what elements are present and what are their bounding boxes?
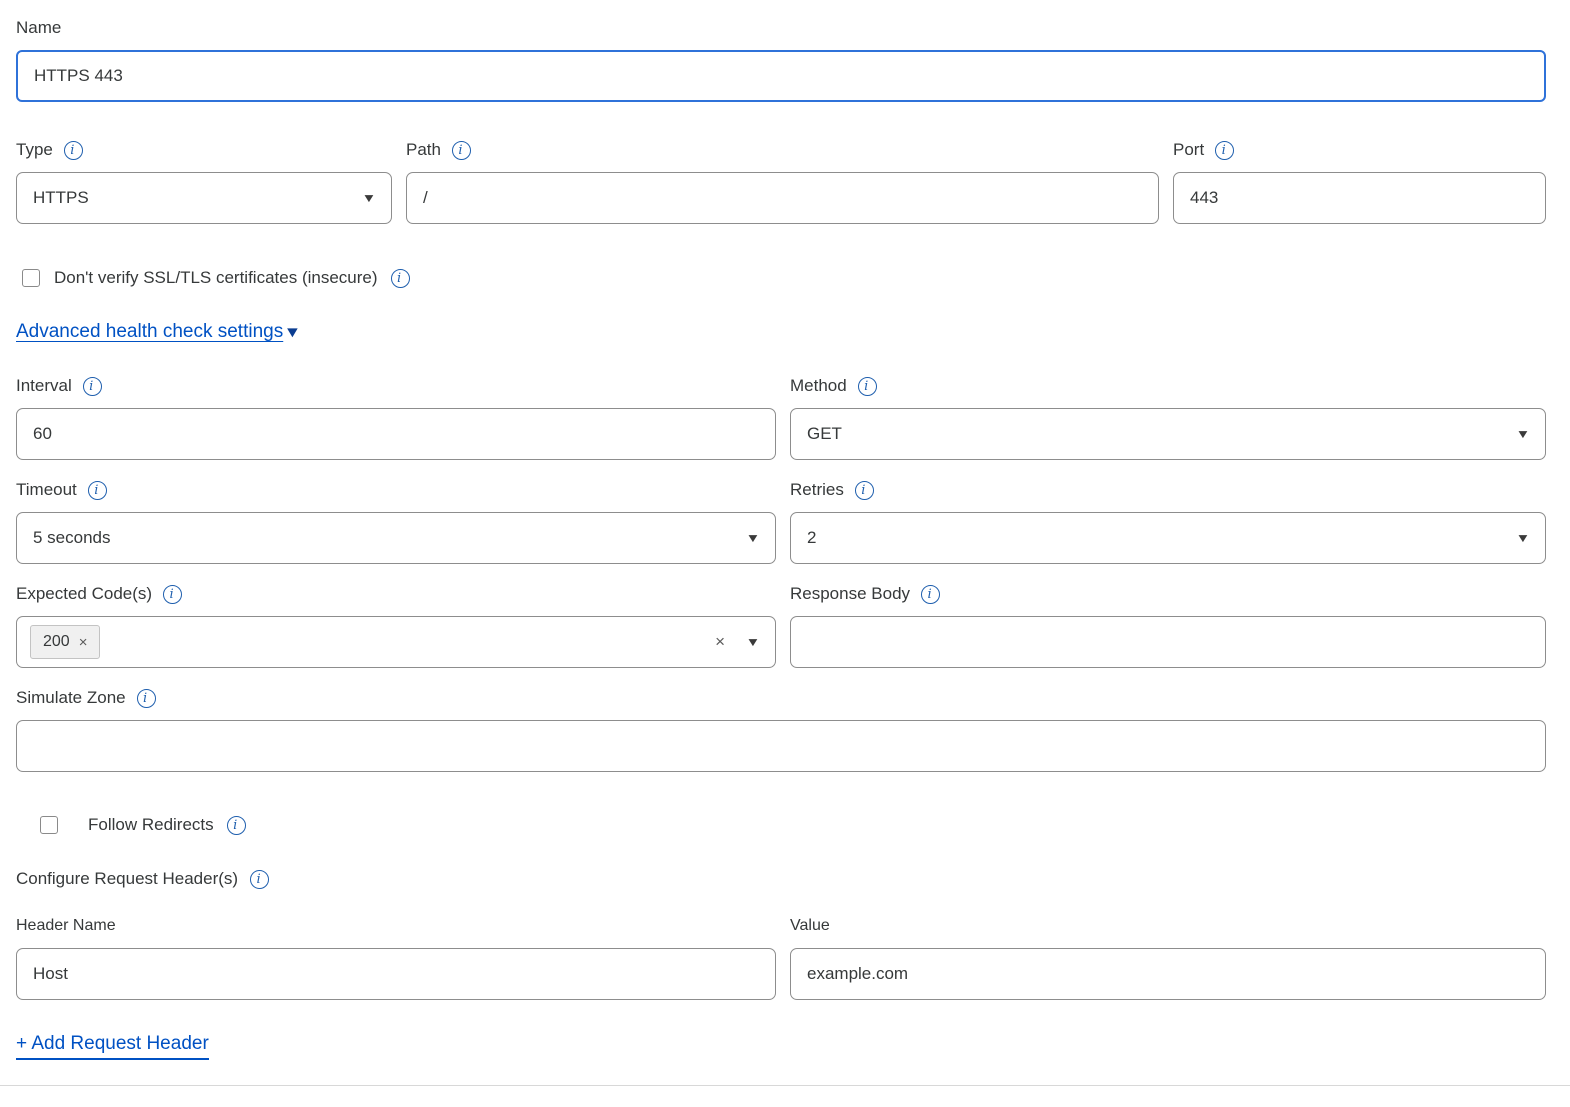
type-info-icon[interactable]: i bbox=[64, 141, 83, 160]
interval-info-icon[interactable]: i bbox=[83, 377, 102, 396]
type-select[interactable]: HTTPS ▼ bbox=[16, 172, 392, 224]
clear-all-icon[interactable]: × bbox=[715, 632, 725, 652]
retries-select[interactable]: 2 ▼ bbox=[790, 512, 1546, 564]
interval-label: Interval bbox=[16, 374, 72, 398]
type-field: Type i HTTPS ▼ bbox=[16, 138, 392, 224]
ssl-verify-label: Don't verify SSL/TLS certificates (insec… bbox=[54, 268, 378, 288]
add-request-header-link[interactable]: + Add Request Header bbox=[16, 1033, 209, 1060]
header-value-column-label: Value bbox=[790, 917, 1546, 935]
timeout-select-value: 5 seconds bbox=[33, 528, 111, 548]
path-input[interactable] bbox=[406, 172, 1159, 224]
path-label: Path bbox=[406, 138, 441, 162]
port-field: Port i bbox=[1173, 138, 1546, 224]
response-body-label: Response Body bbox=[790, 582, 910, 606]
retries-label: Retries bbox=[790, 478, 844, 502]
expected-code-chip-value: 200 bbox=[43, 633, 70, 651]
simulate-zone-label: Simulate Zone bbox=[16, 686, 126, 710]
expected-codes-info-icon[interactable]: i bbox=[163, 585, 182, 604]
follow-redirects-row: Follow Redirects i bbox=[40, 815, 1546, 835]
follow-redirects-info-icon[interactable]: i bbox=[227, 816, 246, 835]
header-name-column-label: Header Name bbox=[16, 917, 776, 935]
type-select-value: HTTPS bbox=[33, 188, 89, 208]
chevron-down-icon: ▼ bbox=[362, 192, 377, 204]
chevron-down-icon: ▼ bbox=[1516, 532, 1531, 544]
type-label: Type bbox=[16, 138, 53, 162]
timeout-label: Timeout bbox=[16, 478, 77, 502]
header-name-input[interactable] bbox=[16, 948, 776, 1000]
ssl-verify-info-icon[interactable]: i bbox=[391, 269, 410, 288]
retries-info-icon[interactable]: i bbox=[855, 481, 874, 500]
interval-input[interactable] bbox=[16, 408, 776, 460]
retries-field: Retries i 2 ▼ bbox=[790, 478, 1546, 564]
response-body-info-icon[interactable]: i bbox=[921, 585, 940, 604]
health-check-form: Name Type i HTTPS ▼ Path i Port i bbox=[0, 0, 1570, 1060]
port-label: Port bbox=[1173, 138, 1204, 162]
expected-codes-multiselect[interactable]: 200 × × ▼ bbox=[16, 616, 776, 668]
method-select-value: GET bbox=[807, 424, 842, 444]
triangle-down-icon: ▼ bbox=[284, 324, 302, 341]
section-divider bbox=[0, 1085, 1570, 1086]
method-info-icon[interactable]: i bbox=[858, 377, 877, 396]
header-value-input[interactable] bbox=[790, 948, 1546, 1000]
header-value-col: Value bbox=[790, 917, 1546, 1000]
method-select[interactable]: GET ▼ bbox=[790, 408, 1546, 460]
simulate-zone-field: Simulate Zone i bbox=[16, 686, 1546, 772]
chevron-down-icon: ▼ bbox=[1516, 428, 1531, 440]
request-headers-info-icon[interactable]: i bbox=[250, 870, 269, 889]
port-input[interactable] bbox=[1173, 172, 1546, 224]
advanced-settings-link[interactable]: Advanced health check settings bbox=[16, 321, 283, 343]
timeout-field: Timeout i 5 seconds ▼ bbox=[16, 478, 776, 564]
header-name-col: Header Name bbox=[16, 917, 776, 1000]
chevron-down-icon[interactable]: ▼ bbox=[746, 636, 761, 648]
name-input[interactable] bbox=[16, 50, 1546, 102]
expected-code-chip: 200 × bbox=[30, 625, 100, 659]
method-label: Method bbox=[790, 374, 847, 398]
follow-redirects-checkbox[interactable] bbox=[40, 816, 58, 834]
response-body-field: Response Body i bbox=[790, 582, 1546, 668]
chevron-down-icon: ▼ bbox=[746, 532, 761, 544]
path-info-icon[interactable]: i bbox=[452, 141, 471, 160]
simulate-zone-info-icon[interactable]: i bbox=[137, 689, 156, 708]
interval-field: Interval i bbox=[16, 374, 776, 460]
request-headers-label: Configure Request Header(s) bbox=[16, 869, 238, 889]
ssl-verify-checkbox[interactable] bbox=[22, 269, 40, 287]
ssl-verify-row: Don't verify SSL/TLS certificates (insec… bbox=[22, 268, 1546, 288]
retries-select-value: 2 bbox=[807, 528, 816, 548]
response-body-input[interactable] bbox=[790, 616, 1546, 668]
timeout-select[interactable]: 5 seconds ▼ bbox=[16, 512, 776, 564]
simulate-zone-input[interactable] bbox=[16, 720, 1546, 772]
method-field: Method i GET ▼ bbox=[790, 374, 1546, 460]
expected-codes-label: Expected Code(s) bbox=[16, 582, 152, 606]
expected-codes-field: Expected Code(s) i 200 × × ▼ bbox=[16, 582, 776, 668]
chip-remove-icon[interactable]: × bbox=[79, 634, 88, 651]
port-info-icon[interactable]: i bbox=[1215, 141, 1234, 160]
name-label: Name bbox=[16, 16, 61, 40]
path-field: Path i bbox=[406, 138, 1159, 224]
timeout-info-icon[interactable]: i bbox=[88, 481, 107, 500]
follow-redirects-label: Follow Redirects bbox=[88, 815, 214, 835]
